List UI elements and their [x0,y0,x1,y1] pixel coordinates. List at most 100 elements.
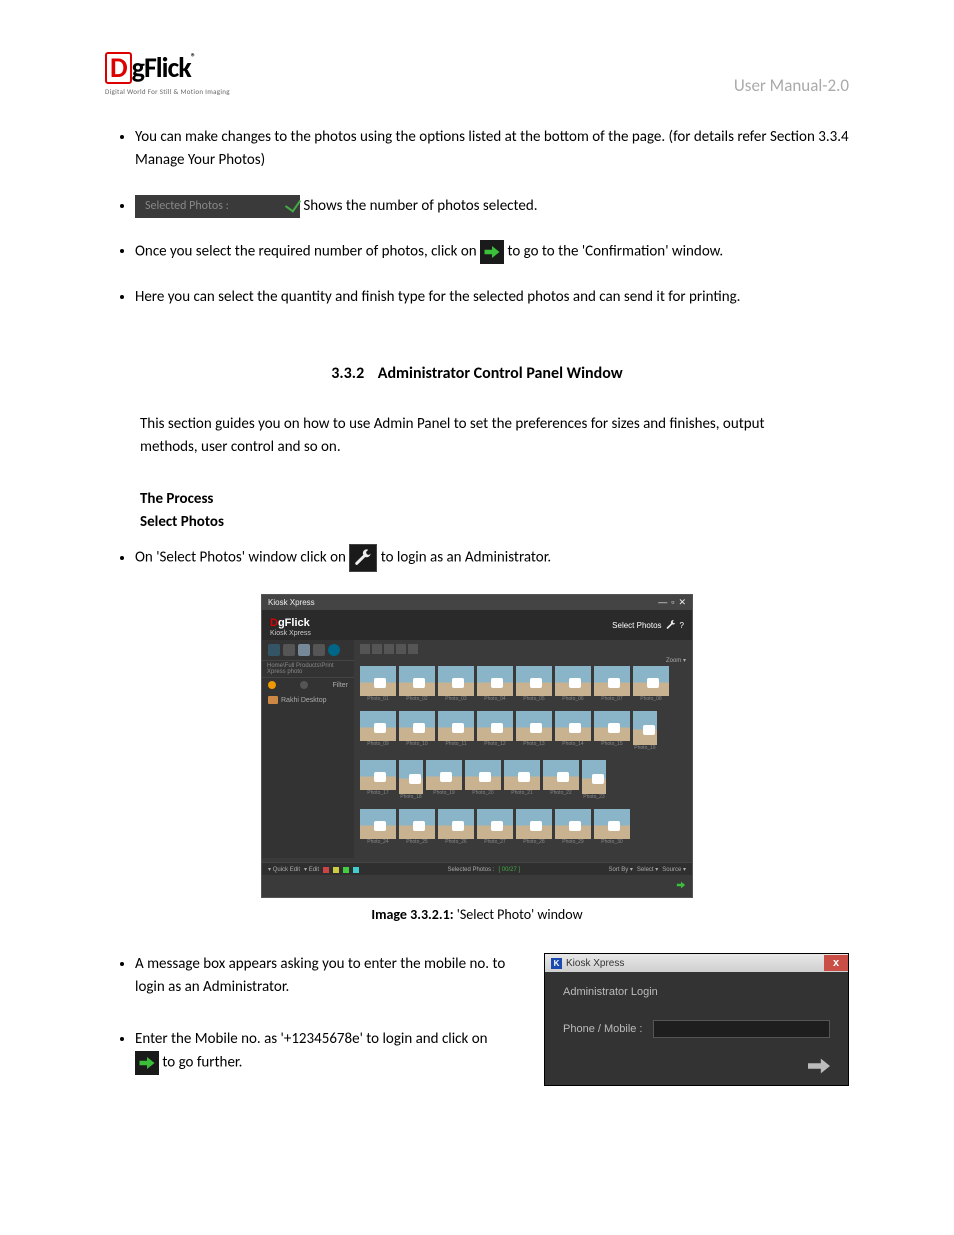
checkmark-icon [285,195,301,212]
close-button[interactable]: ✕ [678,597,686,608]
dialog-body: Administrator Login Phone / Mobile : [545,972,848,1085]
color-chip[interactable] [323,867,329,873]
photo-thumbnail[interactable]: Photo_07 [594,666,630,702]
photo-thumbnail[interactable]: Photo_03 [438,666,474,702]
logo-reg: ® [191,50,195,63]
photo-thumbnail[interactable]: Photo_25 [399,809,435,845]
thumbnail-caption: Photo_30 [594,839,630,845]
subheading-line2: Select Photos [140,511,849,534]
next-arrow-button[interactable] [480,240,504,264]
logo: DgFlick® Digital World For Still & Motio… [105,50,230,96]
thumbnail-caption: Photo_21 [504,790,540,796]
proceed-arrow-button[interactable] [808,1065,830,1077]
select-button[interactable]: Select ▾ [637,866,658,873]
photo-thumbnail[interactable]: Photo_22 [543,760,579,800]
sortby-button[interactable]: Sort By ▾ [609,866,633,873]
bullet-item: Here you can select the quantity and fin… [135,286,849,309]
phone-input[interactable] [653,1020,831,1038]
photo-thumbnail[interactable]: Photo_09 [360,711,396,751]
cd-icon[interactable] [298,644,310,656]
thumbnail-caption: Photo_07 [594,696,630,702]
thumbnail-caption: Photo_19 [426,790,462,796]
toolbar-button[interactable] [396,644,406,654]
photo-thumbnail[interactable]: Photo_08 [633,666,669,702]
bullet-text: Here you can select the quantity and fin… [135,288,740,306]
photo-thumbnail[interactable]: Photo_24 [360,809,396,845]
toolbar-button[interactable] [360,644,370,654]
zoom-control[interactable]: Zoom ▾ [360,657,686,664]
selected-photos-label-chip: Selected Photos : [135,195,300,218]
edit-label[interactable]: Edit [309,867,319,873]
photo-thumbnail[interactable]: Photo_21 [504,760,540,800]
thumbnail-caption: Photo_05 [516,696,552,702]
close-button[interactable]: x [824,955,848,971]
photo-thumbnail[interactable]: Photo_17 [360,760,396,800]
admin-wrench-button[interactable] [349,544,377,572]
bullet-item: You can make changes to the photos using… [135,126,849,173]
bullet-list-mid: On 'Select Photos' window click on to lo… [105,544,849,572]
toolbar-button[interactable] [384,644,394,654]
toolbar-button[interactable] [372,644,382,654]
photo-thumbnail[interactable]: Photo_23 [582,760,606,800]
bullet-item: A message box appears asking you to ente… [135,953,514,1000]
select-photo-window-screenshot: Kiosk Xpress — ▫ ✕ DgFlick Kiosk Xpress … [261,594,693,898]
caption-label: Image 3.3.2.1: [371,906,453,923]
arrow-right-icon [483,243,501,261]
photo-thumbnail[interactable]: Photo_18 [399,760,423,800]
bullet-list-bottom: A message box appears asking you to ente… [105,953,514,1075]
photo-thumbnail[interactable]: Photo_19 [426,760,462,800]
photo-thumbnail[interactable]: Photo_27 [477,809,513,845]
photo-thumbnail[interactable]: Photo_15 [594,711,630,751]
subheading-process: The Process Select Photos [140,488,849,535]
thumbnail-caption: Photo_02 [399,696,435,702]
photo-thumbnail[interactable]: Photo_10 [399,711,435,751]
maximize-button[interactable]: ▫ [671,597,674,608]
sd-card-icon[interactable] [268,644,280,656]
phone-field-row: Phone / Mobile : [563,1020,830,1038]
photo-thumbnail[interactable]: Photo_14 [555,711,591,751]
photo-thumbnail[interactable]: Photo_30 [594,809,630,845]
color-chip[interactable] [343,867,349,873]
thumbnail-caption: Photo_16 [633,745,657,751]
source-button[interactable]: Source ▾ [662,866,686,873]
phone-label: Phone / Mobile : [563,1023,643,1035]
photo-thumbnail[interactable]: Photo_26 [438,809,474,845]
quick-edit-label[interactable]: Quick Edit [273,867,300,873]
photo-thumbnail[interactable]: Photo_11 [438,711,474,751]
bullet-text: You can make changes to the photos using… [135,128,849,169]
folder-icon [268,696,278,704]
filter-label[interactable]: Filter [332,682,348,689]
photo-thumbnail[interactable]: Photo_29 [555,809,591,845]
app-header: DgFlick Kiosk Xpress Select Photos ? [262,610,692,640]
next-arrow-button[interactable] [676,877,686,894]
photo-thumbnail[interactable]: Photo_02 [399,666,435,702]
minimize-button[interactable]: — [658,597,667,608]
color-chip[interactable] [353,867,359,873]
photo-thumbnail[interactable]: Photo_12 [477,711,513,751]
photo-thumbnail[interactable]: Photo_28 [516,809,552,845]
help-button[interactable]: ? [680,621,684,630]
usb-icon[interactable] [283,644,295,656]
filter-dot-1[interactable] [268,681,276,689]
app-icon: K [551,958,562,969]
filter-dot-2[interactable] [300,681,308,689]
window-controls: — ▫ ✕ [658,597,686,608]
next-arrow-button[interactable] [135,1051,159,1075]
facebook-icon[interactable] [328,644,340,656]
logo-d: D [105,52,132,84]
photo-thumbnail[interactable]: Photo_06 [555,666,591,702]
app-subtitle: Kiosk Xpress [270,630,311,637]
thumbnail-caption: Photo_06 [555,696,591,702]
photo-thumbnail[interactable]: Photo_01 [360,666,396,702]
photo-thumbnail[interactable]: Photo_16 [633,711,657,751]
photo-thumbnail[interactable]: Photo_20 [465,760,501,800]
wrench-icon[interactable] [666,620,676,630]
photo-thumbnail[interactable]: Photo_13 [516,711,552,751]
thumbnail-caption: Photo_24 [360,839,396,845]
photo-thumbnail[interactable]: Photo_04 [477,666,513,702]
photo-thumbnail[interactable]: Photo_05 [516,666,552,702]
toolbar-button[interactable] [408,644,418,654]
color-chip[interactable] [333,867,339,873]
cloud-icon[interactable] [313,644,325,656]
tree-node-desktop[interactable]: Rakhi Desktop [262,692,354,708]
